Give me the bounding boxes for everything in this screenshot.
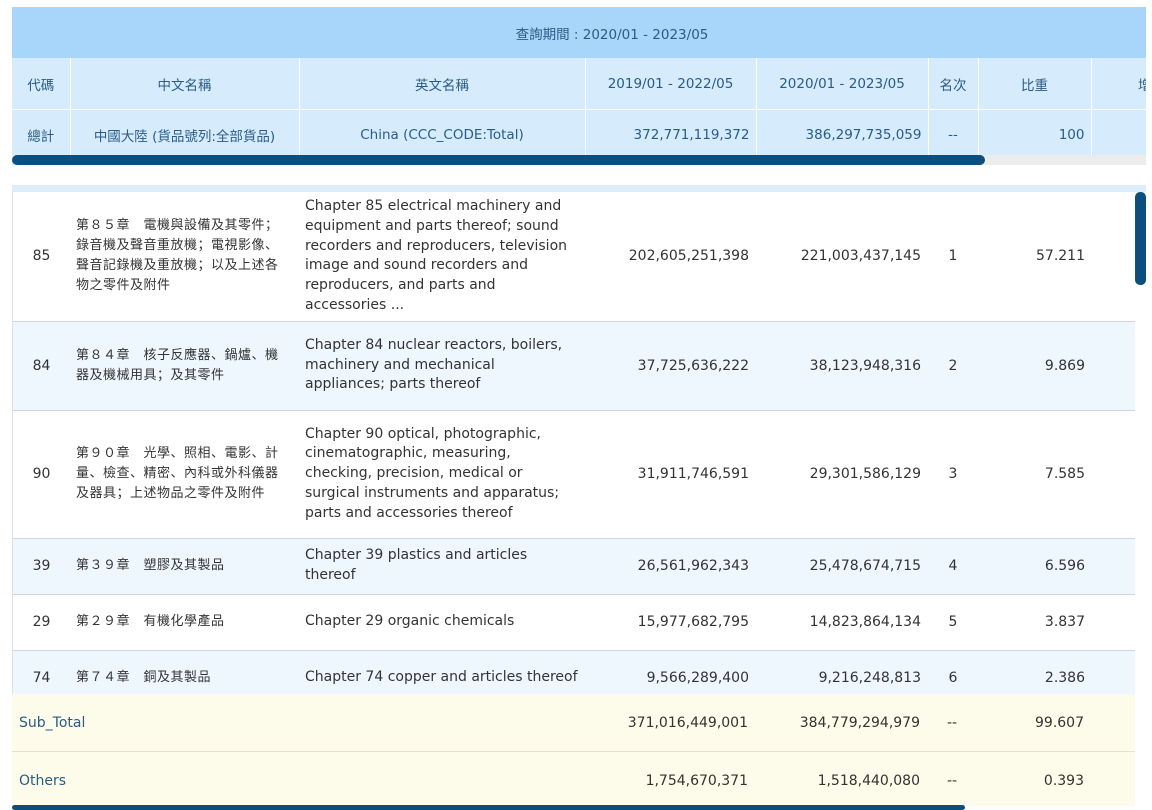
row-rank: 3 — [928, 410, 978, 539]
row-english-name: Chapter 85 electrical machinery and equi… — [299, 192, 585, 322]
table-row[interactable]: 90 第９０章 光學、照相、電影、計量、檢查、精密、內科或外科儀器及器具；上述物… — [13, 410, 1136, 539]
row-rank: 5 — [928, 594, 978, 651]
row-chinese-name: 第３９章 塑膠及其製品 — [70, 538, 299, 595]
row-share: 57.211 — [978, 192, 1136, 322]
row-share: 6.596 — [978, 538, 1136, 595]
data-table: 85 第８５章 電機與設備及其零件；錄音機及聲音重放機；電視影像、聲音記錄機及重… — [13, 192, 1136, 694]
row-english-name: Chapter 39 plastics and articles thereof — [299, 538, 585, 595]
row-code: 85 — [13, 192, 70, 322]
row-share: 2.386 — [978, 650, 1136, 694]
header-scrollbar-thumb[interactable] — [12, 155, 985, 165]
body-top-strip — [12, 185, 1146, 192]
total-value-period-1: 372,771,119,372 — [585, 109, 757, 155]
row-rank: 2 — [928, 321, 978, 411]
total-share: 100 — [978, 109, 1092, 155]
row-english-name: Chapter 84 nuclear reactors, boilers, ma… — [299, 321, 585, 411]
row-value-period-2: 38,123,948,316 — [756, 321, 928, 411]
row-value-period-2: 29,301,586,129 — [756, 410, 928, 539]
row-rank: 1 — [928, 192, 978, 322]
others-label: Others — [12, 751, 584, 806]
table-row[interactable]: 29 第２９章 有機化學產品 Chapter 29 organic chemic… — [13, 594, 1136, 651]
row-code: 29 — [13, 594, 70, 651]
row-value-period-2: 221,003,437,145 — [756, 192, 928, 322]
total-chinese-name: 中國大陸 (貨品號列:全部貨品) — [70, 109, 300, 155]
table-row[interactable]: 84 第８４章 核子反應器、鍋爐、機器及機械用具；及其零件 Chapter 84… — [13, 321, 1136, 411]
table-row[interactable]: 74 第７４章 銅及其製品 Chapter 74 copper and arti… — [13, 650, 1136, 694]
row-share: 3.837 — [978, 594, 1136, 651]
col-header-rank[interactable]: 名次 — [928, 58, 979, 110]
subtotal-value-period-2: 384,779,294,979 — [755, 694, 927, 752]
total-rank: -- — [928, 109, 979, 155]
subtotal-share: 99.607 — [977, 694, 1135, 752]
row-chinese-name: 第７４章 銅及其製品 — [70, 650, 299, 694]
row-value-period-1: 26,561,962,343 — [585, 538, 756, 595]
row-share: 9.869 — [978, 321, 1136, 411]
subtotal-label: Sub_Total — [12, 694, 584, 752]
footer-table: Sub_Total 371,016,449,001 384,779,294,97… — [12, 694, 1135, 806]
row-code: 74 — [13, 650, 70, 694]
col-header-share[interactable]: 比重 — [978, 58, 1092, 110]
row-code: 90 — [13, 410, 70, 539]
row-chinese-name: 第９０章 光學、照相、電影、計量、檢查、精密、內科或外科儀器及器具；上述物品之零… — [70, 410, 299, 539]
row-english-name: Chapter 74 copper and articles thereof — [299, 650, 585, 694]
header-table: 查詢期間 : 2020/01 - 2023/05 代碼 中文名稱 英文名稱 20… — [12, 7, 1146, 155]
table-body: 85 第８５章 電機與設備及其零件；錄音機及聲音重放機；電視影像、聲音記錄機及重… — [12, 192, 1136, 694]
row-rank: 6 — [928, 650, 978, 694]
subtotal-value-period-1: 371,016,449,001 — [584, 694, 755, 752]
row-english-name: Chapter 90 optical, photographic, cinema… — [299, 410, 585, 539]
query-period-label: 查詢期間 : 2020/01 - 2023/05 — [12, 7, 1146, 58]
row-code: 39 — [13, 538, 70, 595]
row-rank: 4 — [928, 538, 978, 595]
table-row[interactable]: 39 第３９章 塑膠及其製品 Chapter 39 plastics and a… — [13, 538, 1136, 595]
total-label: 總計 — [12, 109, 71, 155]
others-rank: -- — [927, 751, 977, 806]
col-header-chinese-name[interactable]: 中文名稱 — [70, 58, 300, 110]
row-value-period-1: 15,977,682,795 — [585, 594, 756, 651]
row-chinese-name: 第２９章 有機化學產品 — [70, 594, 299, 651]
col-header-period-2[interactable]: 2020/01 - 2023/05 — [756, 58, 929, 110]
row-value-period-1: 9,566,289,400 — [585, 650, 756, 694]
row-value-period-1: 202,605,251,398 — [585, 192, 756, 322]
others-value-period-2: 1,518,440,080 — [755, 751, 927, 806]
total-row: 總計 中國大陸 (貨品號列:全部貨品) China (CCC_CODE:Tota… — [12, 109, 1146, 155]
table-header: 查詢期間 : 2020/01 - 2023/05 代碼 中文名稱 英文名稱 20… — [12, 7, 1146, 155]
subtotal-row: Sub_Total 371,016,449,001 384,779,294,97… — [12, 694, 1135, 752]
row-english-name: Chapter 29 organic chemicals — [299, 594, 585, 651]
header-horizontal-scrollbar[interactable] — [12, 155, 1146, 165]
row-chinese-name: 第８４章 核子反應器、鍋爐、機器及機械用具；及其零件 — [70, 321, 299, 411]
col-header-code[interactable]: 代碼 — [12, 58, 71, 110]
row-share: 7.585 — [978, 410, 1136, 539]
total-change — [1091, 109, 1146, 155]
others-row: Others 1,754,670,371 1,518,440,080 -- 0.… — [12, 751, 1135, 806]
table-footer: Sub_Total 371,016,449,001 384,779,294,97… — [12, 694, 1135, 806]
total-english-name: China (CCC_CODE:Total) — [299, 109, 586, 155]
others-value-period-1: 1,754,670,371 — [584, 751, 755, 806]
total-value-period-2: 386,297,735,059 — [756, 109, 929, 155]
row-value-period-2: 14,823,864,134 — [756, 594, 928, 651]
vertical-scrollbar-thumb[interactable] — [1135, 192, 1146, 285]
row-value-period-2: 9,216,248,813 — [756, 650, 928, 694]
row-code: 84 — [13, 321, 70, 411]
row-value-period-1: 37,725,636,222 — [585, 321, 756, 411]
row-value-period-2: 25,478,674,715 — [756, 538, 928, 595]
others-share: 0.393 — [977, 751, 1135, 806]
subtotal-rank: -- — [927, 694, 977, 752]
row-chinese-name: 第８５章 電機與設備及其零件；錄音機及聲音重放機；電視影像、聲音記錄機及重放機；… — [70, 192, 299, 322]
col-header-period-1[interactable]: 2019/01 - 2022/05 — [585, 58, 757, 110]
table-row[interactable]: 85 第８５章 電機與設備及其零件；錄音機及聲音重放機；電視影像、聲音記錄機及重… — [13, 192, 1136, 322]
col-header-change[interactable]: 增減 — [1091, 58, 1146, 110]
row-value-period-1: 31,911,746,591 — [585, 410, 756, 539]
col-header-english-name[interactable]: 英文名稱 — [299, 58, 586, 110]
footer-horizontal-scrollbar-thumb[interactable] — [12, 805, 965, 810]
body-vertical-scrollbar[interactable] — [1135, 192, 1146, 810]
